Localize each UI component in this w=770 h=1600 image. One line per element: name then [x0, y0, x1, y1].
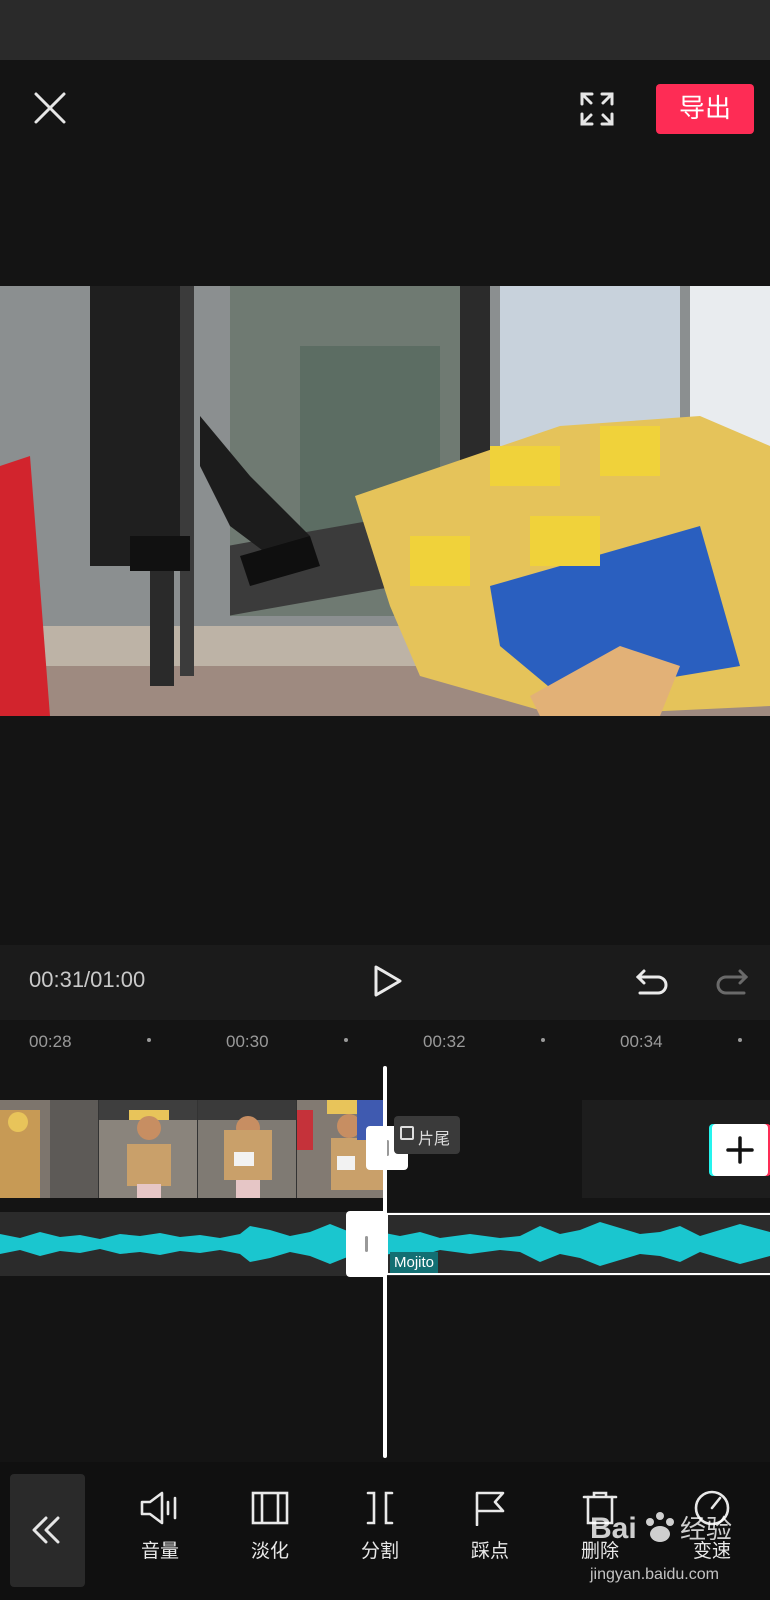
playback-controls: 00:31/01:00 [0, 945, 770, 1020]
close-button[interactable] [30, 88, 70, 128]
video-thumbnail [198, 1100, 297, 1198]
plus-icon [726, 1136, 754, 1164]
fullscreen-button[interactable] [578, 90, 616, 128]
fullscreen-icon [580, 92, 614, 126]
preview-frame [0, 286, 770, 716]
baidu-paw-logo: Bai 经验 [590, 1512, 732, 1545]
baidu-watermark: Bai 经验 jingyan.baidu.com [588, 1500, 770, 1590]
fade-icon [251, 1491, 289, 1525]
ending-icon [400, 1126, 414, 1140]
video-preview[interactable] [0, 286, 770, 716]
undo-icon [635, 969, 668, 995]
ruler-dot [344, 1038, 348, 1042]
tool-label: 淡化 [250, 1540, 289, 1562]
playhead[interactable] [383, 1066, 387, 1458]
ruler-tick: 00:34 [620, 1032, 663, 1051]
redo-icon [716, 969, 749, 995]
close-icon [34, 92, 66, 124]
ruler-dot [738, 1038, 742, 1042]
ruler-tick: 00:32 [423, 1032, 466, 1051]
double-chevron-left-icon [32, 1516, 60, 1544]
play-icon [374, 965, 402, 997]
status-bar [0, 0, 770, 60]
time-ruler[interactable]: 00:28 00:30 00:32 00:34 [0, 1020, 770, 1060]
tool-split[interactable]: 分割 [340, 1490, 420, 1570]
top-bar [0, 60, 770, 160]
collapse-back-button[interactable] [10, 1474, 85, 1587]
beat-flag-icon [475, 1491, 505, 1526]
export-button[interactable]: 导出 [656, 84, 754, 134]
ruler-dot [147, 1038, 151, 1042]
ending-label: 片尾 [418, 1129, 451, 1148]
play-button[interactable] [370, 963, 406, 999]
split-icon [366, 1491, 394, 1525]
tool-label: 分割 [360, 1540, 399, 1562]
tool-beat[interactable]: 踩点 [450, 1490, 530, 1570]
tool-fade[interactable]: 淡化 [230, 1490, 310, 1570]
tool-label: 踩点 [470, 1540, 509, 1562]
add-clip-button[interactable] [712, 1124, 768, 1176]
svg-text:经验: 经验 [680, 1515, 732, 1545]
tool-label: 音量 [140, 1540, 179, 1562]
audio-selection-frame [386, 1213, 770, 1275]
ending-clip-chip[interactable]: 片尾 [394, 1116, 460, 1154]
undo-button[interactable] [634, 965, 670, 999]
tool-volume[interactable]: 音量 [120, 1490, 200, 1570]
ruler-tick: 00:28 [29, 1032, 72, 1051]
video-thumbnail [99, 1100, 198, 1198]
ruler-dot [541, 1038, 545, 1042]
video-track[interactable] [0, 1100, 383, 1198]
audio-trim-handle[interactable] [346, 1211, 386, 1277]
svg-text:Bai: Bai [590, 1512, 637, 1545]
watermark-url: jingyan.baidu.com [590, 1566, 719, 1583]
video-thumbnail [0, 1100, 99, 1198]
music-title: Mojito [390, 1252, 439, 1273]
timecode: 00:31/01:00 [29, 967, 146, 992]
ruler-tick: 00:30 [226, 1032, 269, 1051]
redo-button[interactable] [714, 965, 750, 999]
volume-icon [140, 1491, 177, 1525]
